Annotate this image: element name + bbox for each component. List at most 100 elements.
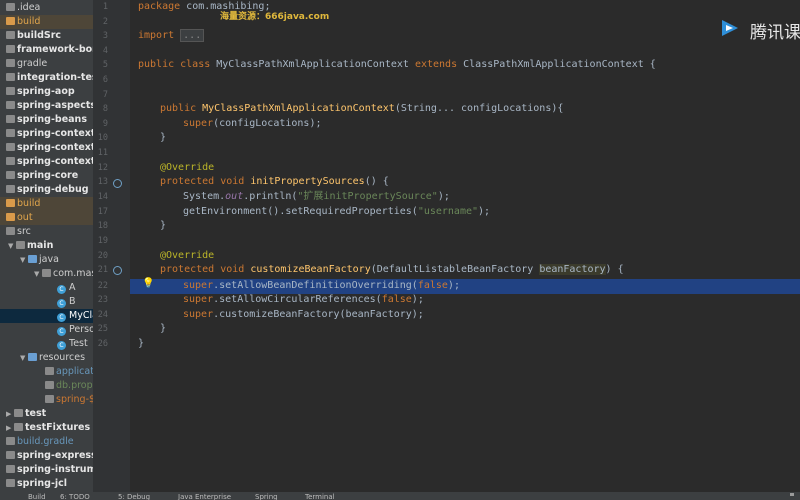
- code-line-override-2[interactable]: @Override: [160, 249, 214, 264]
- tree-item[interactable]: CMyClassPathXmlApplicationContext: [0, 309, 93, 323]
- tree-item[interactable]: ▼ resources: [0, 351, 93, 365]
- module-icon: [6, 185, 15, 193]
- tree-item[interactable]: ▼ java: [0, 253, 93, 267]
- code-line-println[interactable]: System.out.println("扩展initPropertySource…: [183, 190, 450, 205]
- folder-icon: [6, 199, 15, 207]
- tree-item[interactable]: spring-core: [0, 169, 93, 183]
- module-icon: [6, 45, 15, 53]
- tree-item[interactable]: ▼ main: [0, 239, 93, 253]
- line-number: 10: [97, 133, 108, 143]
- lightbulb-icon[interactable]: 💡: [142, 278, 154, 289]
- tree-item[interactable]: gradle: [0, 57, 93, 71]
- tree-item[interactable]: spring-${username}.xml: [0, 393, 93, 407]
- tree-item[interactable]: spring-context: [0, 127, 93, 141]
- tree-item[interactable]: ▶ testFixtures: [0, 421, 93, 435]
- tree-item[interactable]: CPerson: [0, 323, 93, 337]
- expand-arrow-icon[interactable]: ▶: [6, 407, 14, 421]
- tool-window-tab[interactable]: Spring: [255, 492, 278, 500]
- code-line-init-property-sources[interactable]: protected void initPropertySources() {: [160, 175, 389, 190]
- tree-item-label: spring-core: [17, 170, 79, 181]
- tree-item[interactable]: build: [0, 197, 93, 211]
- tree-item[interactable]: application.xml: [0, 365, 93, 379]
- code-line-set-allow-circular[interactable]: super.setAllowCircularReferences(false);: [183, 293, 424, 308]
- tree-item[interactable]: integration-tests: [0, 71, 93, 85]
- tree-item-label: spring-context-indexer: [17, 142, 93, 153]
- tree-item[interactable]: spring-jcl: [0, 477, 93, 491]
- tree-item[interactable]: CB: [0, 295, 93, 309]
- tree-item[interactable]: spring-expression: [0, 449, 93, 463]
- code-line-constructor[interactable]: public MyClassPathXmlApplicationContext(…: [160, 102, 563, 117]
- tree-item[interactable]: spring-context-indexer: [0, 141, 93, 155]
- code-line-customize-bean-factory[interactable]: protected void customizeBeanFactory(Defa…: [160, 263, 624, 278]
- tree-item[interactable]: .idea: [0, 1, 93, 15]
- folder-icon: [6, 3, 15, 11]
- tree-item[interactable]: spring-instrument: [0, 463, 93, 477]
- tree-item-label: MyClassPathXmlApplicationContext: [69, 310, 93, 321]
- tree-item-label: application.xml: [56, 366, 93, 377]
- override-gutter-icon[interactable]: [113, 179, 122, 188]
- folder-icon: [6, 213, 15, 221]
- tool-window-tab[interactable]: 5: Debug: [118, 492, 150, 500]
- code-editor[interactable]: package com.mashibing; import ... public…: [130, 0, 800, 492]
- brand-logo: 腾讯课: [720, 16, 800, 43]
- tree-item[interactable]: src: [0, 225, 93, 239]
- module-icon: [6, 101, 15, 109]
- tree-item[interactable]: spring-aop: [0, 85, 93, 99]
- code-line-super-customize[interactable]: super.customizeBeanFactory(beanFactory);: [183, 308, 424, 323]
- code-line-super-call[interactable]: super(configLocations);: [183, 117, 321, 132]
- code-line-set-allow-overriding[interactable]: super.setAllowBeanDefinitionOverriding(f…: [183, 279, 460, 294]
- tree-item[interactable]: spring-beans: [0, 113, 93, 127]
- tree-item-label: spring-expression: [17, 450, 93, 461]
- code-line-class-decl[interactable]: public class MyClassPathXmlApplicationCo…: [138, 58, 656, 73]
- code-line-import[interactable]: import ...: [138, 29, 205, 44]
- tree-item[interactable]: CA: [0, 281, 93, 295]
- tree-item[interactable]: spring-debug: [0, 183, 93, 197]
- tree-item[interactable]: ▶ test: [0, 407, 93, 421]
- tree-item-label: spring-aop: [17, 86, 75, 97]
- line-number: 9: [102, 119, 108, 129]
- tree-item-label: integration-tests: [17, 72, 93, 83]
- tree-item-label: spring-aspects: [17, 100, 93, 111]
- tree-item-label: out: [17, 212, 33, 223]
- code-line-close-init[interactable]: }: [160, 219, 166, 234]
- tool-window-tab[interactable]: Terminal: [305, 492, 335, 500]
- module-icon: [6, 87, 15, 95]
- tree-item[interactable]: spring-aspects: [0, 99, 93, 113]
- tool-window-tab[interactable]: 6: TODO: [60, 492, 90, 500]
- tree-item-label: buildSrc: [17, 30, 62, 41]
- tree-item-label: Person: [69, 324, 93, 335]
- code-line-close-class[interactable]: }: [138, 337, 144, 352]
- line-number: 26: [97, 339, 108, 349]
- code-line-close-ctor[interactable]: }: [160, 131, 166, 146]
- code-line-override-1[interactable]: @Override: [160, 161, 214, 176]
- line-number: 1: [102, 2, 108, 12]
- tree-item-label: spring-context-support: [17, 156, 93, 167]
- override-gutter-icon[interactable]: [113, 266, 122, 275]
- tool-window-tab[interactable]: Build: [28, 492, 46, 500]
- folder-icon: [28, 255, 37, 263]
- tree-item[interactable]: buildSrc: [0, 29, 93, 43]
- tool-window-tab[interactable]: Java Enterprise: [178, 492, 231, 500]
- expand-arrow-icon[interactable]: ▶: [6, 421, 14, 435]
- tree-item[interactable]: build: [0, 15, 93, 29]
- expand-arrow-icon[interactable]: ▼: [20, 351, 28, 365]
- tree-item[interactable]: framework-bom: [0, 43, 93, 57]
- tree-item[interactable]: spring-context-support: [0, 155, 93, 169]
- expand-arrow-icon[interactable]: ▼: [34, 267, 42, 281]
- tree-item[interactable]: build.gradle: [0, 435, 93, 449]
- expand-arrow-icon[interactable]: ▼: [20, 253, 28, 267]
- tree-item[interactable]: ▼ com.mashibing: [0, 267, 93, 281]
- tree-item-label: test: [25, 408, 47, 419]
- line-number: 19: [97, 236, 108, 246]
- import-fold-button[interactable]: ...: [180, 29, 205, 42]
- expand-arrow-icon[interactable]: ▼: [8, 239, 16, 253]
- tree-item[interactable]: C Test: [0, 337, 93, 351]
- code-line-required-props[interactable]: getEnvironment().setRequiredProperties("…: [183, 205, 490, 220]
- tree-item-label: spring-instrument: [17, 464, 93, 475]
- tree-item[interactable]: out: [0, 211, 93, 225]
- code-line-close-method[interactable]: }: [160, 322, 166, 337]
- line-number: 4: [102, 45, 108, 56]
- line-number: 6: [102, 75, 108, 85]
- tree-item[interactable]: db.properties: [0, 379, 93, 393]
- folder-icon: [6, 17, 15, 25]
